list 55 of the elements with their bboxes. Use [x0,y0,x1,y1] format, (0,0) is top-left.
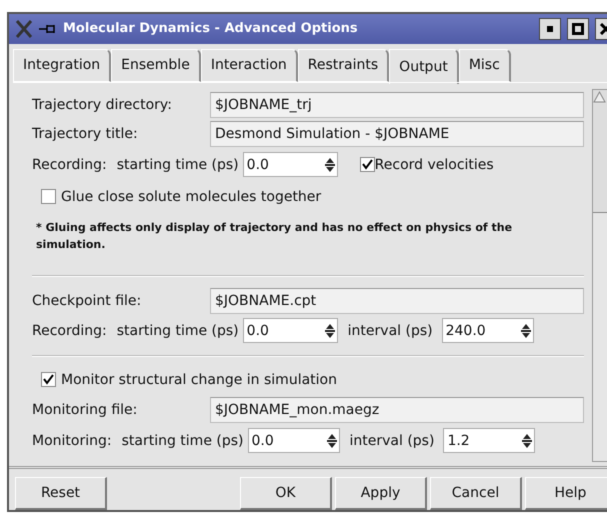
checkbox-label: Monitor structural change in simulation [61,372,337,388]
minimize-icon [547,26,553,32]
field-label: Monitoring: [32,432,112,449]
input-field[interactable]: $JOBNAME_trj [210,92,584,118]
x-logo-icon [15,20,33,38]
dialog-button[interactable]: Cancel [430,477,522,510]
dialog-button[interactable]: OK [240,477,332,510]
field-label: Recording: [32,322,107,339]
field-label: interval (ps) [350,432,434,449]
field-label: Recording: [32,156,107,173]
tab[interactable]: Restraints [298,48,390,82]
spin-box[interactable]: 0.0 [248,428,340,454]
checkbox-label: Record velocities [374,156,494,173]
input-field[interactable]: $JOBNAME.cpt [210,288,584,314]
field-label: Trajectory title: [32,126,139,142]
scroll-up-icon[interactable] [593,90,606,104]
input-field[interactable]: Desmond Simulation - $JOBNAME [210,120,584,147]
dialog-button[interactable]: Apply [335,477,427,510]
spin-arrows-icon[interactable] [324,322,335,340]
spin-box[interactable]: 240.0 [442,318,534,344]
maximize-button[interactable] [567,18,589,40]
tab[interactable]: Integration [13,48,112,82]
spin-box[interactable]: 0.0 [242,318,338,344]
tab[interactable]: Ensemble [111,48,201,82]
minimize-button[interactable] [539,18,561,40]
tab[interactable]: Interaction [200,48,298,82]
window-title: Molecular Dynamics - Advanced Options [63,21,359,36]
input-field[interactable]: $JOBNAME_mon.maegz [210,396,584,423]
spin-arrows-icon[interactable] [520,322,531,340]
field-label: Monitoring file: [32,402,138,418]
checkmark-icon [43,374,54,386]
field-label: Trajectory directory: [32,96,173,113]
spin-arrows-icon[interactable] [522,432,532,450]
checkmark-icon [362,159,373,170]
checkbox[interactable] [360,157,375,172]
pin-icon[interactable] [39,24,57,34]
field-label: starting time (ps) [122,432,244,449]
spin-box[interactable]: 1.2 [443,428,536,454]
spin-box[interactable]: 0.0 [242,152,338,178]
tab[interactable]: Misc [458,48,511,82]
spin-arrows-icon[interactable] [324,156,335,174]
field-label: Checkpoint file: [32,292,142,309]
field-label: interval (ps) [348,322,433,339]
tab[interactable]: Output [389,48,459,84]
scrollbar[interactable] [592,88,607,462]
checkbox-label: Glue close solute molecules together [61,188,322,205]
dialog-button[interactable]: Help [525,477,607,510]
field-label: starting time (ps) [116,322,239,339]
note-text: * Gluing affects only display of trajectory and has no effect on physics of the simulation. [35,220,514,253]
checkbox[interactable] [41,189,56,204]
maximize-icon [572,22,584,35]
dialog-button[interactable]: Reset [15,477,107,510]
spin-arrows-icon[interactable] [326,432,336,450]
checkbox[interactable] [41,372,56,388]
field-label: starting time (ps) [116,156,239,173]
